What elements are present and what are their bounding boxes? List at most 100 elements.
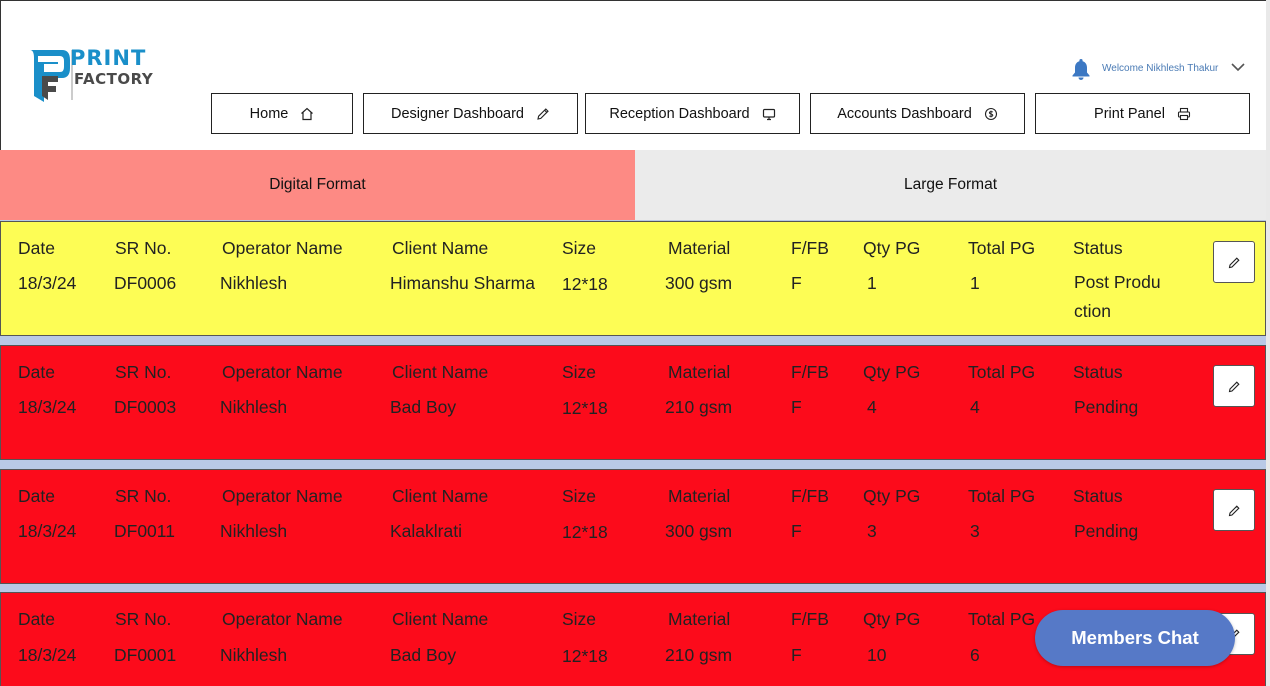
- edit-job-button[interactable]: [1213, 489, 1255, 531]
- reception-dashboard-label: Reception Dashboard: [609, 105, 750, 122]
- job-qty: 3: [867, 521, 877, 541]
- job-material: 300 gsm: [665, 273, 733, 293]
- column-header-qty: Qty PG: [863, 362, 921, 382]
- accounts-dashboard-label: Accounts Dashboard: [837, 105, 972, 122]
- column-header-qty: Qty PG: [863, 486, 921, 506]
- job-row: Date SR No. Operator Name Client Name Si…: [0, 345, 1266, 460]
- tab-digital-format-label: Digital Format: [269, 176, 366, 193]
- job-size: 12*18: [562, 522, 608, 542]
- job-size: 12*18: [562, 398, 608, 418]
- job-sr-number: DF0001: [114, 645, 177, 665]
- job-date: 18/3/24: [18, 397, 77, 417]
- job-operator: Nikhlesh: [220, 397, 288, 417]
- job-total: 1: [970, 273, 980, 293]
- column-header-total: Total PG: [968, 486, 1036, 506]
- column-header-sr: SR No.: [115, 362, 172, 382]
- column-header-operator: Operator Name: [222, 486, 343, 506]
- accounts-dashboard-button[interactable]: Accounts Dashboard: [810, 93, 1025, 134]
- column-header-ffb: F/FB: [791, 486, 829, 506]
- job-sr-number: DF0003: [114, 397, 177, 417]
- brand-text: PRINT FACTORY: [70, 46, 153, 88]
- column-header-total: Total PG: [968, 609, 1036, 629]
- job-status: Post Production: [1074, 272, 1161, 321]
- job-client: Himanshu Sharma: [390, 273, 535, 293]
- tab-large-format[interactable]: Large Format: [635, 150, 1266, 220]
- home-icon: [301, 107, 314, 120]
- job-client: Bad Boy: [390, 397, 457, 417]
- column-header-total: Total PG: [968, 362, 1036, 382]
- job-qty: 10: [867, 645, 887, 665]
- column-header-material: Material: [668, 609, 731, 629]
- brand-line-1: PRINT: [70, 46, 147, 70]
- edit-job-button[interactable]: [1213, 365, 1255, 407]
- job-ffb: F: [791, 521, 802, 541]
- edit-icon: [1228, 256, 1240, 268]
- column-header-sr: SR No.: [115, 486, 172, 506]
- tab-digital-format[interactable]: Digital Format: [0, 150, 635, 220]
- tab-large-format-label: Large Format: [903, 176, 998, 193]
- column-header-ffb: F/FB: [791, 609, 829, 629]
- column-header-material: Material: [668, 238, 731, 258]
- print-panel-button[interactable]: Print Panel: [1035, 93, 1250, 134]
- job-sr-number: DF0011: [114, 521, 175, 541]
- column-header-ffb: F/FB: [791, 362, 829, 382]
- job-material: 210 gsm: [665, 397, 733, 417]
- dollar-circle-icon: [984, 107, 997, 120]
- edit-icon: [1228, 504, 1240, 516]
- members-chat-button[interactable]: Members Chat: [1035, 610, 1235, 666]
- designer-dashboard-button[interactable]: Designer Dashboard: [363, 93, 578, 134]
- column-header-client: Client Name: [392, 486, 489, 506]
- job-material: 300 gsm: [665, 521, 733, 541]
- column-header-date: Date: [18, 238, 55, 258]
- job-total: 3: [970, 521, 980, 541]
- job-total: 4: [970, 397, 980, 417]
- column-header-size: Size: [562, 238, 597, 258]
- bell-icon[interactable]: [1071, 58, 1091, 80]
- column-header-material: Material: [668, 486, 731, 506]
- print-panel-label: Print Panel: [1094, 105, 1165, 122]
- job-total: 6: [970, 645, 980, 665]
- job-status: Pending: [1074, 521, 1139, 541]
- column-header-operator: Operator Name: [222, 362, 343, 382]
- job-row: Date SR No. Operator Name Client Name Si…: [0, 221, 1266, 336]
- edit-icon: [1228, 380, 1240, 392]
- edit-job-button[interactable]: [1213, 241, 1255, 283]
- printer-icon: [1177, 107, 1191, 120]
- column-header-status: Status: [1073, 486, 1123, 506]
- column-header-material: Material: [668, 362, 731, 382]
- column-header-operator: Operator Name: [222, 609, 343, 629]
- home-button[interactable]: Home: [211, 93, 353, 134]
- column-header-sr: SR No.: [115, 609, 172, 629]
- job-status: Pending: [1074, 397, 1139, 417]
- column-header-size: Size: [562, 609, 597, 629]
- brand-line-2: FACTORY: [74, 70, 154, 88]
- column-header-date: Date: [18, 609, 55, 629]
- scrollbar[interactable]: [1266, 0, 1270, 686]
- job-ffb: F: [791, 273, 802, 293]
- job-qty: 4: [867, 397, 877, 417]
- column-header-size: Size: [562, 362, 597, 382]
- column-header-status: Status: [1073, 238, 1123, 258]
- chevron-down-icon[interactable]: [1230, 61, 1246, 73]
- designer-dashboard-label: Designer Dashboard: [391, 105, 524, 122]
- column-header-total: Total PG: [968, 238, 1036, 258]
- job-ffb: F: [791, 645, 802, 665]
- job-operator: Nikhlesh: [220, 273, 288, 293]
- column-header-client: Client Name: [392, 362, 489, 382]
- column-header-date: Date: [18, 362, 55, 382]
- job-operator: Nikhlesh: [220, 521, 288, 541]
- job-size: 12*18: [562, 274, 608, 294]
- job-ffb: F: [791, 397, 802, 417]
- job-date: 18/3/24: [18, 521, 77, 541]
- column-header-client: Client Name: [392, 609, 489, 629]
- column-header-ffb: F/FB: [791, 238, 829, 258]
- job-client: Bad Boy: [390, 645, 457, 665]
- reception-dashboard-button[interactable]: Reception Dashboard: [585, 93, 800, 134]
- job-qty: 1: [867, 273, 877, 293]
- column-header-qty: Qty PG: [863, 609, 921, 629]
- column-header-size: Size: [562, 486, 597, 506]
- job-size: 12*18: [562, 646, 608, 666]
- column-header-operator: Operator Name: [222, 238, 343, 258]
- pencil-icon: [537, 107, 549, 120]
- home-button-label: Home: [249, 105, 289, 122]
